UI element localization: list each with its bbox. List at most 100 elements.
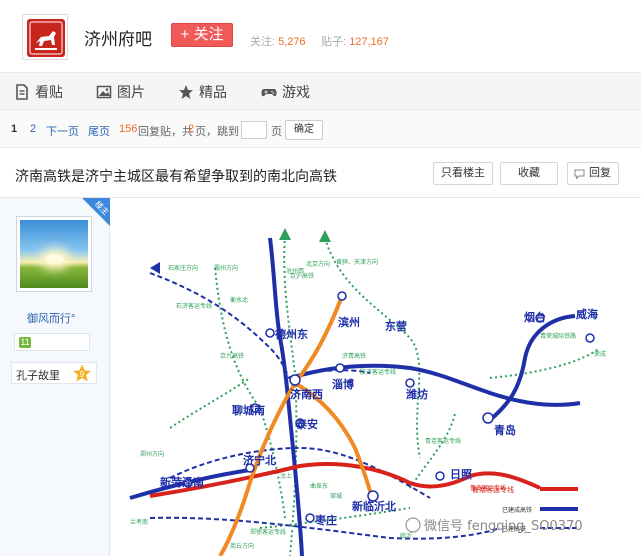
author-name[interactable]: 御风而行° [27, 310, 75, 326]
route-label: 青连客运专线 [425, 437, 461, 445]
west-arrow-icon [150, 262, 160, 274]
tab-games-label: 游戏 [282, 84, 310, 100]
route-label: 石济客运专线 [176, 302, 212, 310]
follow-count-label: 关注: [250, 36, 276, 48]
member-level: 9 [80, 370, 85, 379]
railway-map-image: 德州东 滨州 东营 烟台 威海 淄博 济南西 潍坊 青岛 聊城南 泰安 济宁北 … [110, 198, 641, 556]
reply-button-label: 回复 [589, 167, 611, 179]
forum-name[interactable]: 济州府吧 [84, 25, 152, 50]
follow-stat: 关注: 5,276 [250, 33, 306, 49]
tab-posts[interactable]: 看贴 [14, 83, 63, 101]
route-label: 兰考南 [130, 518, 148, 526]
favorite-button[interactable]: 收藏 [500, 162, 558, 185]
legend-label: 已建成高铁 [502, 506, 532, 514]
city-label: 德州东 [274, 327, 308, 341]
route-label: 黄骅、天津方向 [336, 258, 378, 266]
route-label: 邹城 [330, 492, 342, 500]
reply-text: 回复贴，共 [138, 126, 193, 138]
route-label: 衡水北 [230, 296, 248, 304]
city-label: 济宁北 [243, 453, 276, 467]
level-number: 11 [19, 337, 31, 348]
follow-count: 5,276 [278, 36, 306, 48]
jump-confirm-button[interactable]: 确定 [285, 120, 323, 140]
avatar-image [20, 220, 88, 288]
jiqing-green-line [489, 347, 601, 379]
member-title-badge[interactable]: 孔子故里 9 [11, 362, 97, 384]
railway-map: 德州东 滨州 东营 烟台 威海 淄博 济南西 潍坊 青岛 聊城南 泰安 济宁北 … [129, 228, 606, 556]
city-label: 新菏泽南 [160, 475, 204, 489]
tab-pictures-label: 图片 [117, 84, 145, 100]
gamepad-icon [261, 89, 277, 97]
thread-title-bar: 济南高铁是济宁主城区最有希望争取到的南北向高铁 只看楼主 收藏 回复 [0, 150, 641, 198]
jump-page-input[interactable] [241, 121, 267, 139]
current-page: 1 [11, 123, 18, 135]
route-label: 霸州方向 [214, 264, 238, 272]
legend-label: 鲁南客运专线 [472, 485, 514, 494]
city-label: 聊城南 [232, 403, 265, 417]
page-unit: 页 [271, 126, 282, 138]
horse-logo-icon [27, 19, 65, 57]
wechat-icon [405, 517, 421, 533]
post-count: 127,167 [349, 36, 389, 48]
only-author-button[interactable]: 只看楼主 [433, 162, 493, 185]
city-label: 淄博 [332, 377, 354, 391]
page-total: 2 [188, 123, 195, 135]
route-label: 胶济客运专线 [360, 368, 396, 376]
north-arrow-icon [279, 228, 291, 240]
city-label: 日照 [450, 468, 472, 481]
follow-button[interactable]: + 关注 [171, 23, 233, 47]
city-label: 威海 [576, 307, 598, 321]
route-label: 郑徐客运专线 [250, 528, 286, 536]
post-stat: 贴子: 127,167 [321, 33, 389, 49]
avatar[interactable] [16, 216, 92, 292]
city-label: 潍坊 [406, 387, 428, 401]
city-label: 青岛 [494, 423, 516, 437]
west-green-line [169, 377, 251, 429]
route-label: 临沂 [400, 532, 412, 540]
forum-header: 济州府吧 + 关注 关注: 5,276 贴子: 127,167 [0, 0, 641, 72]
route-label: 石家庄方向 [168, 264, 198, 272]
city-label: 东营 [385, 319, 407, 333]
member-title: 孔子故里 [16, 370, 60, 382]
route-label: 青荣城际铁路 [540, 332, 576, 340]
city-label: 泰安 [295, 417, 318, 431]
next-page-link[interactable]: 下一页 [46, 123, 79, 139]
route-label: 沧州西 [286, 267, 304, 275]
tieba-thread-page: 济州府吧 + 关注 关注: 5,276 贴子: 127,167 看贴 图片 精品… [0, 0, 641, 556]
star-icon [179, 85, 193, 99]
shiji-line [149, 272, 289, 377]
thread-title: 济南高铁是济宁主城区最有希望争取到的南北向高铁 [15, 168, 337, 184]
north-arrow-icon [319, 230, 331, 242]
route-label: 汶上 [280, 472, 292, 480]
city-label: 新临沂北 [352, 499, 396, 513]
reply-count: 156 [119, 123, 138, 135]
city-label: 枣庄 [314, 513, 337, 527]
tab-featured-label: 精品 [199, 84, 227, 100]
route-label: 京九高铁 [220, 352, 244, 360]
route-label: 济青高铁 [342, 352, 366, 360]
level-badge: 11 [14, 333, 90, 351]
page-total-suffix: 页，跳到 [195, 126, 239, 138]
forum-tabs: 看贴 图片 精品 游戏 [0, 72, 641, 110]
last-page-link[interactable]: 尾页 [88, 123, 110, 139]
reply-button[interactable]: 回复 [567, 162, 619, 185]
tab-pictures[interactable]: 图片 [96, 83, 145, 101]
route-label: 商丘方向 [230, 542, 254, 550]
level-star-icon: 9 [73, 364, 91, 382]
route-label: 郑州方向 [140, 450, 164, 458]
picture-icon [96, 85, 112, 99]
speech-bubble-icon [574, 169, 585, 179]
city-label: 滨州 [338, 315, 360, 329]
route-label: 北京方向 [306, 260, 330, 268]
document-icon [16, 84, 28, 100]
wechat-watermark: 微信号 fengqing_SO0370 [405, 517, 583, 534]
watermark-text: 微信号 fengqing_SO0370 [424, 519, 583, 534]
tab-featured[interactable]: 精品 [178, 83, 227, 101]
post-count-label: 贴子: [321, 36, 347, 48]
page-2-link[interactable]: 2 [30, 123, 36, 135]
forum-logo[interactable] [22, 14, 68, 60]
route-label: 曲阜东 [310, 482, 328, 490]
tab-posts-label: 看贴 [35, 84, 63, 100]
city-label: 济南西 [290, 387, 323, 401]
tab-games[interactable]: 游戏 [261, 83, 310, 101]
